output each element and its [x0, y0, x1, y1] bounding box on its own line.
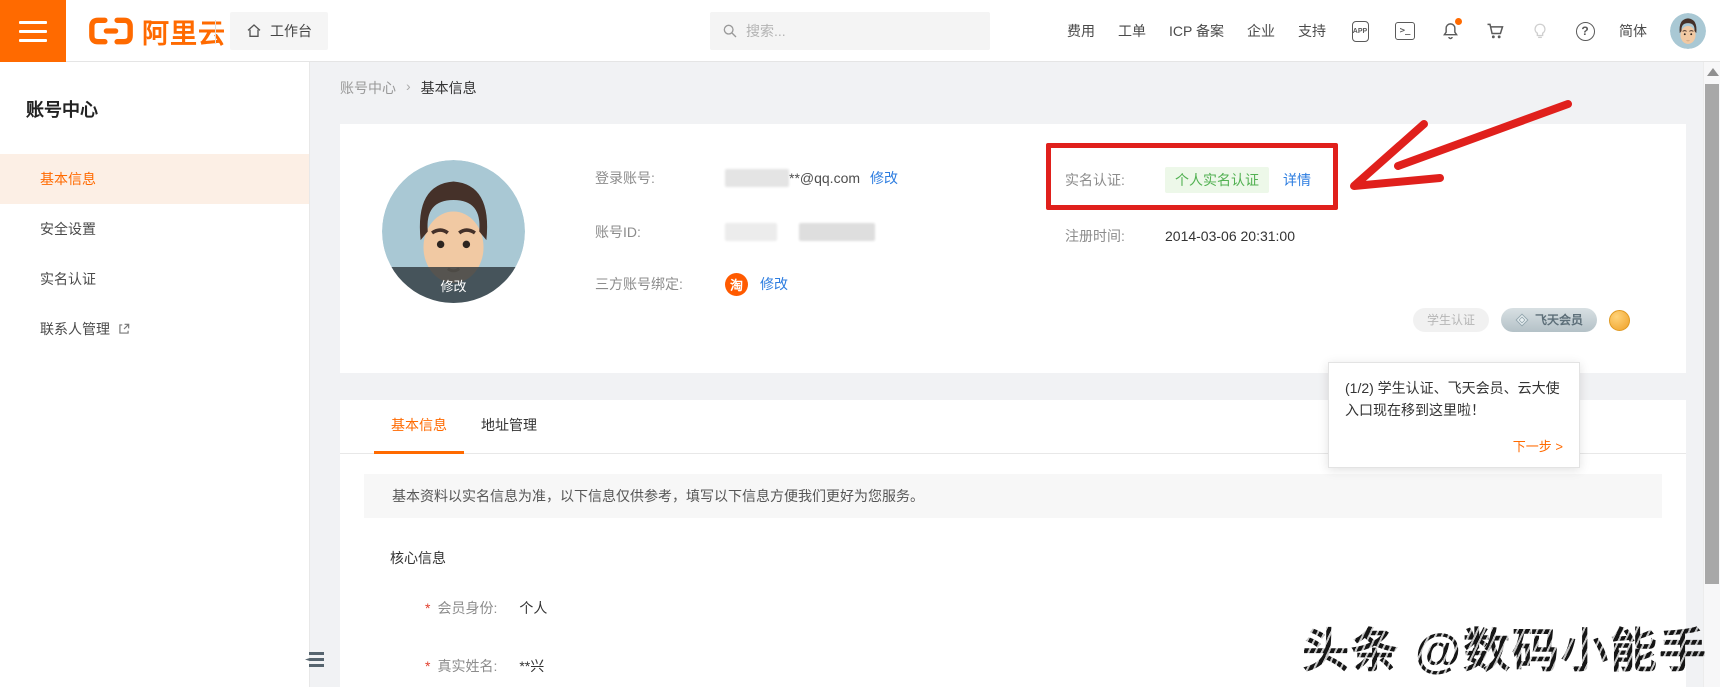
aliyun-logo[interactable]: 阿里云 — [88, 0, 226, 62]
profile-card: 修改 登录账号: **@qq.com 修改 账号ID: 三方账号绑定: 淘 修改… — [340, 124, 1686, 373]
sidebar-item-realname-verification[interactable]: 实名认证 — [0, 254, 309, 304]
search-icon — [723, 24, 737, 38]
core-info-section-title: 核心信息 — [390, 550, 446, 566]
console-terminal-icon[interactable]: >_ — [1394, 20, 1416, 42]
hamburger-menu-button[interactable] — [0, 0, 66, 62]
external-link-icon — [119, 323, 130, 334]
workbench-label: 工作台 — [270, 23, 312, 39]
profile-avatar[interactable]: 修改 — [382, 160, 525, 303]
feitian-member-badge[interactable]: 飞天会员 — [1500, 308, 1597, 332]
real-name-label: 真实姓名: — [437, 658, 498, 674]
scrollbar-thumb[interactable] — [1705, 84, 1719, 584]
real-name-value: **兴 — [519, 658, 545, 674]
level-coin-icon[interactable] — [1609, 309, 1630, 331]
login-account-label: 登录账号: — [595, 170, 655, 186]
taobao-icon[interactable]: 淘 — [725, 272, 748, 296]
avatar-edit-button[interactable]: 修改 — [382, 267, 525, 303]
login-account-value: **@qq.com — [789, 170, 861, 186]
scrollbar-up-arrow-icon[interactable] — [1707, 68, 1719, 76]
account-id-row: 账号ID: — [595, 220, 875, 244]
register-time-value: 2014-03-06 20:31:00 — [1165, 228, 1295, 244]
global-search — [710, 12, 990, 50]
notification-dot — [1455, 18, 1462, 25]
topnav-menu: 费用 工单 ICP 备案 企业 支持 APP >_ ? 简体 — [1067, 0, 1706, 62]
breadcrumb-separator: › — [406, 78, 411, 94]
guide-tooltip-message: (1/2) 学生认证、飞天会员、云大使入口现在移到这里啦！ — [1345, 380, 1560, 419]
realname-detail-link[interactable]: 详情 — [1283, 170, 1311, 190]
breadcrumb: 账号中心 › 基本信息 — [340, 78, 477, 98]
realname-verification-row: 实名认证: 个人实名认证 详情 — [1065, 167, 1311, 193]
third-party-binding-label: 三方账号绑定: — [595, 276, 683, 292]
sidebar-item-contact-management[interactable]: 联系人管理 — [0, 304, 309, 354]
redacted-block — [799, 223, 875, 241]
realname-status-badge: 个人实名认证 — [1165, 167, 1269, 193]
breadcrumb-root[interactable]: 账号中心 — [340, 78, 396, 98]
login-account-row: 登录账号: **@qq.com 修改 — [595, 166, 898, 190]
hamburger-icon — [19, 20, 47, 24]
aliyun-logo-text: 阿里云 — [142, 18, 226, 49]
register-time-label: 注册时间: — [1065, 228, 1125, 244]
diamond-icon — [1515, 313, 1529, 327]
breadcrumb-current: 基本信息 — [420, 80, 477, 96]
language-switch[interactable]: 简体 — [1619, 21, 1647, 41]
sidebar: 账号中心 基本信息 安全设置 实名认证 联系人管理 — [0, 62, 310, 687]
register-time-row: 注册时间: 2014-03-06 20:31:00 — [1065, 224, 1295, 248]
required-asterisk: * — [425, 658, 431, 674]
login-edit-link[interactable]: 修改 — [870, 168, 898, 188]
page-scrollbar[interactable] — [1703, 62, 1720, 687]
topnav-item-tickets[interactable]: 工单 — [1118, 21, 1146, 41]
info-notice-bar: 基本资料以实名信息为准，以下信息仅供参考，填写以下信息方便我们更好为您服务。 — [364, 474, 1662, 518]
top-navigation-bar: 阿里云 工作台 费用 工单 ICP 备案 企业 支持 APP — [0, 0, 1720, 62]
guide-next-button[interactable]: 下一步 > — [1345, 436, 1563, 455]
divider — [215, 20, 216, 44]
account-id-label: 账号ID: — [595, 224, 641, 240]
sidebar-collapse-handle[interactable] — [300, 652, 324, 667]
collapse-arrow-icon — [305, 658, 324, 661]
avatar-face-icon — [1670, 13, 1706, 49]
member-identity-value: 个人 — [519, 600, 548, 616]
home-icon — [247, 24, 261, 37]
third-party-binding-row: 三方账号绑定: 淘 修改 — [595, 272, 788, 296]
topnav-item-billing[interactable]: 费用 — [1067, 21, 1095, 41]
lightbulb-icon[interactable] — [1529, 20, 1551, 42]
aliyun-logo-icon — [89, 17, 133, 45]
binding-edit-link[interactable]: 修改 — [760, 274, 788, 294]
cart-icon[interactable] — [1484, 20, 1506, 42]
watermark-text: 头条 @数码小能手 — [1302, 624, 1708, 677]
sidebar-title: 账号中心 — [26, 100, 98, 120]
student-verification-badge[interactable]: 学生认证 — [1412, 308, 1489, 332]
workbench-button[interactable]: 工作台 — [230, 12, 328, 50]
topnav-item-icp[interactable]: ICP 备案 — [1169, 21, 1224, 41]
sidebar-item-security-settings[interactable]: 安全设置 — [0, 204, 309, 254]
realname-label: 实名认证: — [1065, 172, 1125, 188]
page: 阿里云 工作台 费用 工单 ICP 备案 企业 支持 APP — [0, 0, 1720, 687]
help-icon[interactable]: ? — [1574, 20, 1596, 42]
app-icon[interactable]: APP — [1349, 20, 1371, 42]
redacted-block — [725, 169, 789, 187]
redacted-block — [725, 223, 777, 241]
topnav-item-support[interactable]: 支持 — [1298, 21, 1326, 41]
notifications-bell-icon[interactable] — [1439, 18, 1462, 42]
guide-tooltip: (1/2) 学生认证、飞天会员、云大使入口现在移到这里啦！ 下一步 > — [1328, 362, 1580, 468]
user-avatar[interactable] — [1670, 13, 1706, 49]
search-input[interactable] — [746, 23, 978, 39]
topnav-item-enterprise[interactable]: 企业 — [1247, 21, 1275, 41]
membership-badges: 学生认证 飞天会员 — [1412, 308, 1630, 332]
required-asterisk: * — [425, 600, 431, 616]
sidebar-item-basic-info[interactable]: 基本信息 — [0, 154, 309, 204]
member-identity-label: 会员身份: — [437, 600, 498, 616]
tab-basic-info[interactable]: 基本信息 — [374, 400, 464, 454]
tab-address-management[interactable]: 地址管理 — [464, 400, 554, 453]
